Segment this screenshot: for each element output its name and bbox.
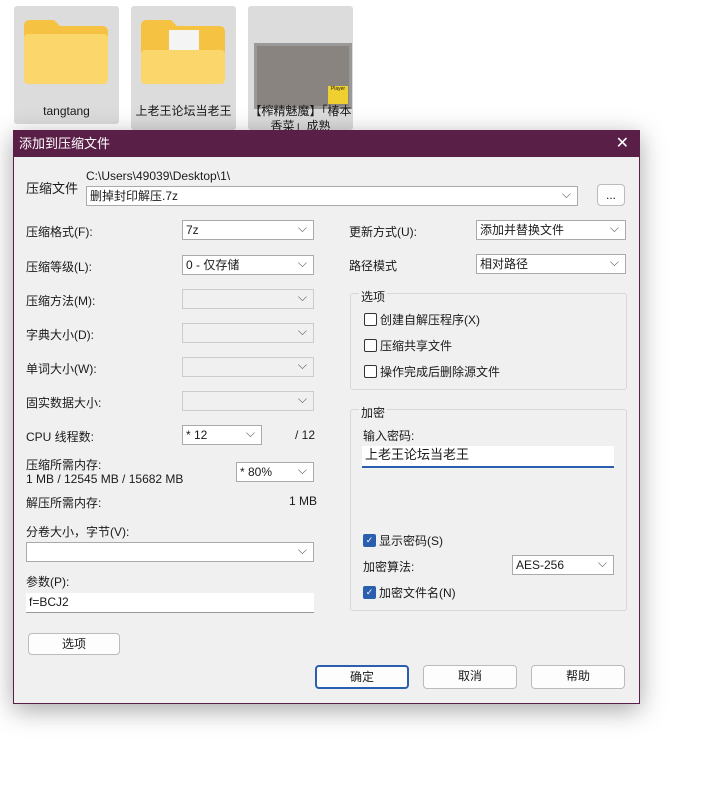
show-password-checkbox[interactable]: ✓ 显示密码(S) bbox=[363, 532, 443, 549]
archive-label: 压缩文件 bbox=[26, 181, 79, 196]
enc-method-label: 加密算法: bbox=[363, 560, 415, 574]
cpu-max: / 12 bbox=[295, 428, 316, 442]
path-select[interactable]: 相对路径 bbox=[476, 253, 626, 274]
dict-select bbox=[182, 322, 314, 343]
cpu-select[interactable]: * 12 bbox=[182, 424, 262, 445]
params-label: 参数(P): bbox=[26, 575, 70, 589]
shared-files-checkbox[interactable]: 压缩共享文件 bbox=[364, 337, 452, 354]
checkbox-checked-icon: ✓ bbox=[363, 534, 376, 547]
checkbox-checked-icon: ✓ bbox=[363, 586, 376, 599]
solid-select bbox=[182, 390, 314, 411]
mem-label: 压缩所需内存: bbox=[26, 458, 102, 472]
options-group-title: 选项 bbox=[359, 288, 388, 305]
checkbox-label: 操作完成后删除源文件 bbox=[380, 365, 501, 379]
checkbox-icon bbox=[364, 365, 377, 378]
update-label: 更新方式(U): bbox=[349, 225, 417, 239]
mem-percent-select[interactable]: * 80% bbox=[236, 461, 314, 482]
password-label: 输入密码: bbox=[363, 429, 415, 443]
help-button[interactable]: 帮助 bbox=[531, 665, 625, 689]
browse-button[interactable]: ... bbox=[597, 184, 625, 206]
format-select[interactable]: 7z bbox=[182, 219, 314, 240]
path-label: 路径模式 bbox=[349, 259, 398, 273]
dict-label: 字典大小(D): bbox=[26, 328, 94, 342]
word-label: 单词大小(W): bbox=[26, 362, 97, 376]
options-button[interactable]: 选项 bbox=[28, 633, 120, 655]
title-bar: 添加到压缩文件 ✕ bbox=[14, 131, 639, 157]
item-label: 上老王论坛当老王 bbox=[135, 104, 232, 118]
level-label: 压缩等级(L): bbox=[26, 260, 93, 274]
checkbox-icon bbox=[364, 339, 377, 352]
decomp-value: 1 MB bbox=[289, 494, 318, 508]
split-label: 分卷大小，字节(V): bbox=[26, 525, 130, 539]
level-select[interactable]: 0 - 仅存储 bbox=[182, 254, 314, 275]
checkbox-label: 加密文件名(N) bbox=[379, 586, 456, 600]
desktop-folder-laowang[interactable]: 上老王论坛当老王 bbox=[131, 6, 236, 130]
checkbox-label: 创建自解压程序(X) bbox=[380, 313, 480, 327]
ok-button[interactable]: 确定 bbox=[315, 665, 409, 689]
sfx-checkbox[interactable]: 创建自解压程序(X) bbox=[364, 311, 480, 328]
cpu-label: CPU 线程数: bbox=[26, 430, 95, 444]
close-icon[interactable]: ✕ bbox=[616, 131, 629, 157]
params-input[interactable]: f=BCJ2 bbox=[26, 593, 314, 613]
method-select bbox=[182, 288, 314, 309]
method-label: 压缩方法(M): bbox=[26, 294, 96, 308]
checkbox-label: 压缩共享文件 bbox=[380, 339, 453, 353]
update-select[interactable]: 添加并替换文件 bbox=[476, 219, 626, 240]
player-badge-icon: Player bbox=[328, 86, 348, 104]
cancel-button[interactable]: 取消 bbox=[423, 665, 517, 689]
word-select bbox=[182, 356, 314, 377]
encrypt-names-checkbox[interactable]: ✓ 加密文件名(N) bbox=[363, 584, 456, 601]
archive-path: C:\Users\49039\Desktop\1\ bbox=[86, 169, 231, 183]
enc-method-select[interactable]: AES-256 bbox=[512, 554, 614, 575]
desktop-video-file[interactable]: Player 【榨精魅魔】「椿本香菜」成熟 bbox=[248, 6, 353, 130]
item-label: tangtang bbox=[43, 104, 90, 118]
folder-with-document-icon bbox=[141, 20, 225, 84]
desktop-folder-tangtang[interactable]: tangtang bbox=[14, 6, 119, 124]
decomp-label: 解压所需内存: bbox=[26, 496, 102, 510]
checkbox-icon bbox=[364, 313, 377, 326]
item-label: 【榨精魅魔】「椿本香菜」成熟 bbox=[249, 104, 352, 130]
dialog-title: 添加到压缩文件 bbox=[19, 136, 111, 151]
format-label: 压缩格式(F): bbox=[26, 225, 93, 239]
archive-name-combo[interactable]: 删掉封印解压.7z bbox=[86, 185, 578, 206]
encryption-group-title: 加密 bbox=[359, 404, 388, 421]
solid-label: 固实数据大小: bbox=[26, 396, 102, 410]
mem-values: 1 MB / 12545 MB / 15682 MB bbox=[26, 472, 184, 486]
folder-icon bbox=[24, 20, 108, 84]
checkbox-label: 显示密码(S) bbox=[379, 534, 443, 548]
password-input[interactable]: 上老王论坛当老王 bbox=[362, 446, 614, 468]
add-to-archive-dialog: 添加到压缩文件 ✕ 压缩文件 C:\Users\49039\Desktop\1\ … bbox=[13, 130, 640, 704]
split-select[interactable] bbox=[26, 541, 314, 562]
delete-after-checkbox[interactable]: 操作完成后删除源文件 bbox=[364, 363, 500, 380]
